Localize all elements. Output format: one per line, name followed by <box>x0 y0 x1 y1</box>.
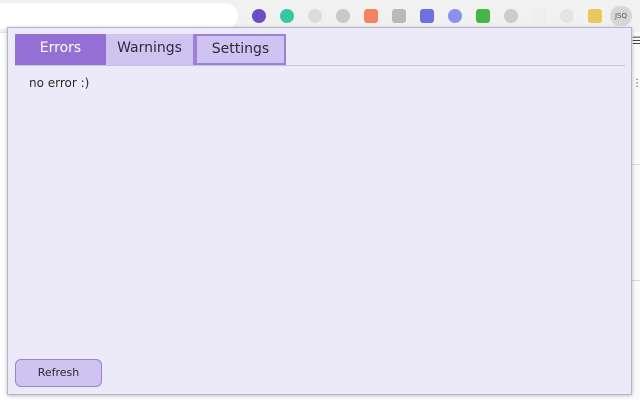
ext-teal-icon[interactable] <box>280 9 294 23</box>
ext-orange-icon[interactable] <box>364 9 378 23</box>
ext-grey-icon-1[interactable] <box>308 9 322 23</box>
background-divider <box>632 280 640 281</box>
ext-blue-icon[interactable] <box>420 9 434 23</box>
background-menu-icon: ⋮ <box>632 78 640 89</box>
refresh-button[interactable]: Refresh <box>15 359 102 387</box>
tab-bar: Errors Warnings Settings <box>15 34 625 66</box>
ext-purple-icon[interactable] <box>252 9 266 23</box>
ext-grey-icon-3[interactable] <box>392 9 406 23</box>
ext-grey-icon-4[interactable] <box>504 9 518 23</box>
status-message: no error :) <box>29 76 90 90</box>
address-bar[interactable] <box>0 3 238 29</box>
ext-green-icon[interactable] <box>476 9 490 23</box>
ext-grey-icon-2[interactable] <box>336 9 350 23</box>
background-divider <box>632 164 640 165</box>
active-extension-icon[interactable]: JSQ <box>610 6 632 26</box>
background-list-icon: ☰ <box>632 36 640 47</box>
ext-yellow-icon[interactable] <box>588 9 602 23</box>
tab-warnings[interactable]: Warnings <box>106 34 195 65</box>
extension-popup: Errors Warnings Settings no error :) Ref… <box>7 27 632 395</box>
ext-outline-icon[interactable] <box>532 9 546 23</box>
tab-errors[interactable]: Errors <box>15 34 106 65</box>
tab-settings[interactable]: Settings <box>195 34 286 65</box>
ext-lavender-icon[interactable] <box>448 9 462 23</box>
ext-light-icon[interactable] <box>560 9 574 23</box>
